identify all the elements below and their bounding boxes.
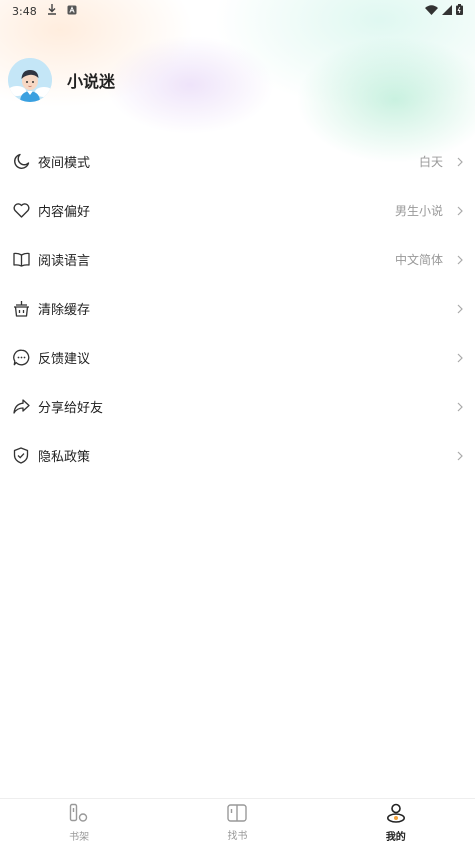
chat-bubble-icon (12, 349, 30, 367)
menu-item-night-mode[interactable]: 夜间模式 白天 (0, 137, 475, 186)
battery-icon (456, 4, 463, 18)
nav-item-bookshelf[interactable]: 书架 (0, 799, 158, 844)
menu-label: 反馈建议 (38, 352, 91, 367)
chevron-right-icon (449, 353, 463, 363)
status-bar: 3:48 (0, 0, 475, 22)
nav-label: 找书 (227, 830, 248, 842)
menu-value: 男生小说 (394, 204, 443, 218)
menu-label: 隐私政策 (38, 450, 91, 465)
find-book-icon (227, 803, 248, 826)
book-icon (12, 251, 30, 269)
profile-header[interactable]: 小说迷 (8, 58, 115, 102)
chevron-right-icon (449, 451, 463, 461)
chevron-right-icon (449, 304, 463, 314)
chevron-right-icon (449, 157, 463, 167)
username[interactable]: 小说迷 (67, 68, 115, 92)
a-icon (67, 5, 77, 18)
menu-value: 白天 (418, 155, 443, 169)
menu-item-feedback[interactable]: 反馈建议 (0, 333, 475, 382)
menu-label: 分享给好友 (38, 401, 104, 416)
menu-label: 清除缓存 (38, 303, 91, 318)
nav-item-profile[interactable]: 我的 (317, 799, 475, 844)
chevron-right-icon (449, 255, 463, 265)
menu-label: 夜间模式 (38, 156, 91, 171)
menu-item-content-preference[interactable]: 内容偏好 男生小说 (0, 186, 475, 235)
signal-icon (442, 4, 452, 18)
bottom-nav: 书架 找书 我的 (0, 798, 475, 844)
share-icon (12, 398, 30, 416)
menu-item-privacy-policy[interactable]: 隐私政策 (0, 431, 475, 480)
bookshelf-icon (69, 803, 89, 827)
menu-label: 阅读语言 (38, 254, 91, 269)
menu-value: 中文简体 (394, 253, 443, 267)
nav-item-find-book[interactable]: 找书 (158, 799, 316, 844)
profile-icon (386, 803, 406, 827)
status-time: 3:48 (12, 4, 37, 18)
shield-check-icon (12, 447, 30, 465)
moon-icon (12, 153, 30, 171)
nav-label: 我的 (385, 831, 406, 843)
heart-icon (12, 202, 30, 220)
chevron-right-icon (449, 206, 463, 216)
menu-label: 内容偏好 (38, 205, 91, 220)
menu-item-reading-language[interactable]: 阅读语言 中文简体 (0, 235, 475, 284)
nav-label: 书架 (69, 831, 90, 843)
download-icon (47, 4, 57, 18)
menu-item-clear-cache[interactable]: 清除缓存 (0, 284, 475, 333)
avatar[interactable] (8, 58, 52, 102)
settings-menu: 夜间模式 白天 内容偏好 男生小说 阅读语言 中文简体 清除缓存 反馈建议 分享… (0, 137, 475, 480)
menu-item-share[interactable]: 分享给好友 (0, 382, 475, 431)
chevron-right-icon (449, 402, 463, 412)
wifi-icon (425, 4, 438, 18)
basket-icon (12, 300, 30, 318)
